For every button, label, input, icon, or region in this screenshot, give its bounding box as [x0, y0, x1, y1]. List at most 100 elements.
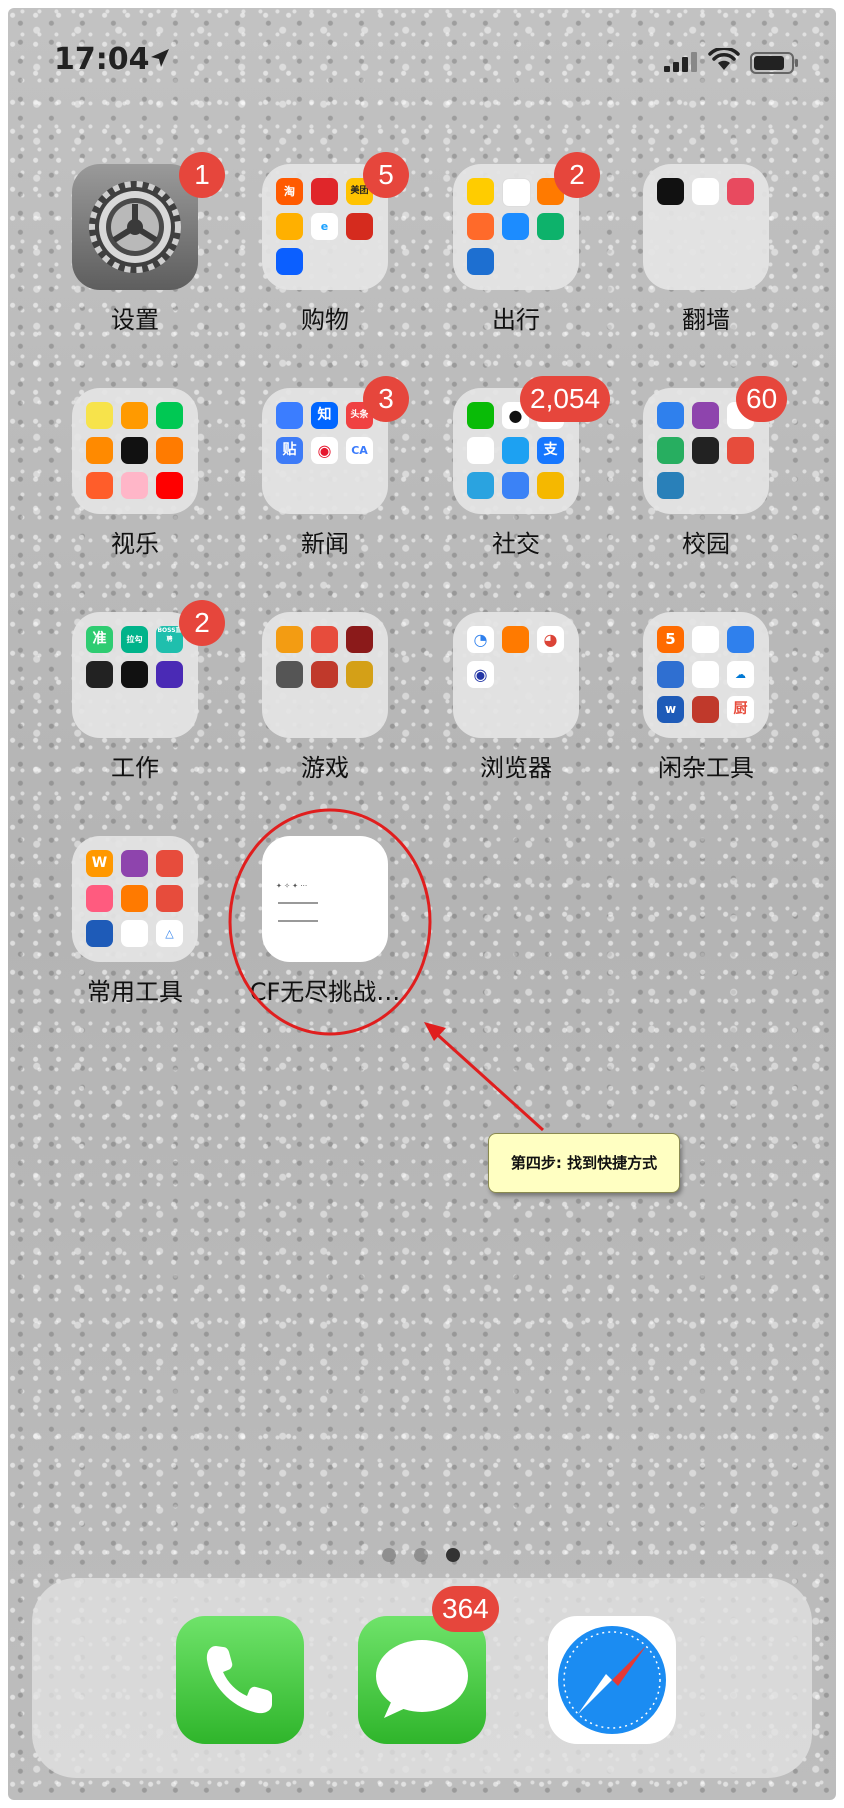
railway-icon: [467, 248, 494, 275]
chat-bubble-icon: [467, 437, 494, 464]
safari-app[interactable]: [548, 1616, 676, 1744]
blue-ring-icon: ◉: [467, 661, 494, 688]
folder-tile: 5 ☁ w 厨: [643, 612, 769, 738]
yellow-app-icon: [86, 402, 113, 429]
shopping-folder[interactable]: 淘 美团 e 5 购物: [235, 152, 415, 354]
bus-icon: [467, 213, 494, 240]
cloud-icon: ☁: [727, 661, 754, 688]
messages-app[interactable]: [358, 1616, 486, 1744]
folder-tile: W △: [72, 836, 198, 962]
notification-badge: 2,054: [520, 376, 611, 422]
lagou-icon: 拉勾: [121, 626, 148, 653]
campus-blue-icon: [657, 472, 684, 499]
settings-app-icon: [72, 164, 198, 290]
settings-app[interactable]: 1 设置: [45, 152, 225, 354]
app-label: 出行: [492, 306, 540, 334]
messages-icon: [376, 1640, 468, 1718]
app-label: 浏览器: [480, 754, 552, 782]
wifi-app-icon: [86, 920, 113, 947]
news-folder[interactable]: 知 头条 贴 ◉ CA 3 新闻: [235, 376, 415, 578]
page-dot[interactable]: [382, 1548, 396, 1562]
rocket-icon: [692, 178, 719, 205]
battery-icon: [750, 52, 798, 74]
music-icon: [86, 472, 113, 499]
github-icon: [121, 661, 148, 688]
vpn-folder[interactable]: 翻墙: [616, 164, 796, 354]
zhihu-icon: 知: [311, 402, 338, 429]
kitchen-icon: 厨: [727, 696, 754, 723]
notification-badge: 2: [179, 600, 225, 646]
annotation-callout: 第四步: 找到快捷方式: [488, 1133, 680, 1193]
qq-browser-icon: [692, 661, 719, 688]
misc-tools-folder[interactable]: 5 ☁ w 厨 闲杂工具: [616, 612, 796, 802]
signal-icon: [664, 52, 697, 72]
phone-app[interactable]: [176, 1616, 304, 1744]
game-icon-1: [276, 626, 303, 653]
notification-badge: 1: [179, 152, 225, 198]
app-label: 游戏: [301, 754, 349, 782]
browser-c-icon: ◔: [467, 626, 494, 653]
folder-tile: ◔ ◕ ◉: [453, 612, 579, 738]
page-dot[interactable]: [414, 1548, 428, 1562]
green-layers-icon: [657, 437, 684, 464]
dock: 364: [32, 1578, 812, 1778]
social-folder[interactable]: ● ▲ 支 2,054 社交: [426, 376, 611, 578]
gear-icon: [89, 181, 181, 273]
app-label: 设置: [111, 306, 159, 334]
rss-icon: [156, 885, 183, 912]
iqiyi-icon: [156, 402, 183, 429]
app-label: 购物: [301, 306, 349, 334]
notification-badge: 3: [363, 376, 409, 422]
pinduoduo-icon: [311, 178, 338, 205]
tiktok-icon: [121, 437, 148, 464]
fitness-icon: [156, 850, 183, 877]
taobao-icon: 淘: [276, 178, 303, 205]
game-icon-6: [346, 661, 373, 688]
work-folder[interactable]: 准 拉勾 BOSS直聘 2 工作: [45, 600, 225, 802]
video-folder[interactable]: 视乐: [45, 388, 225, 578]
folder-tile: [72, 388, 198, 514]
app-label: 视乐: [111, 530, 159, 558]
page-indicator[interactable]: [382, 1548, 466, 1564]
annotation-arrow: [424, 1022, 545, 1132]
alipay-icon: 支: [537, 437, 564, 464]
twitter-icon: [502, 437, 529, 464]
games-folder[interactable]: 游戏: [235, 612, 415, 802]
douban-icon: [276, 402, 303, 429]
page-dot-active[interactable]: [446, 1548, 460, 1562]
campus-folder[interactable]: 60 校园: [616, 376, 796, 578]
notification-badge: 364: [432, 1586, 499, 1632]
terminal-icon: [86, 661, 113, 688]
notification-badge: 2: [554, 152, 600, 198]
location-arrow-icon: [151, 49, 169, 67]
safari-icon: [558, 1626, 666, 1734]
map-icon: [502, 178, 531, 207]
ca-icon: CA: [346, 437, 373, 464]
game-icon-3: [346, 626, 373, 653]
zhun-icon: 准: [86, 626, 113, 653]
red-circle-icon: [727, 437, 754, 464]
common-tools-folder[interactable]: W △ 常用工具: [45, 836, 225, 1026]
status-time: 17:04: [54, 42, 150, 77]
app-label: 社交: [492, 530, 540, 558]
wifi-icon: [708, 48, 740, 70]
wechat-icon: [467, 402, 494, 429]
cat-icon: [86, 885, 113, 912]
browser-folder[interactable]: ◔ ◕ ◉ 浏览器: [426, 612, 606, 802]
robot-icon: [276, 248, 303, 275]
home-screen: 17:04 1 设置 淘 美团 e 5 购物 2 出行 翻墙 视乐 知 头条 贴…: [8, 8, 836, 1800]
chart-app-icon: [727, 626, 754, 653]
security-icon: [657, 661, 684, 688]
notification-badge: 5: [363, 152, 409, 198]
game-icon-5: [311, 661, 338, 688]
app-label: 常用工具: [87, 978, 183, 1006]
green-app-icon: [537, 213, 564, 240]
folder-tile: [643, 164, 769, 290]
weibo-icon: ◉: [311, 437, 338, 464]
send-icon: [502, 472, 529, 499]
kuaishou-icon: [156, 437, 183, 464]
travel-folder[interactable]: 2 出行: [426, 152, 606, 354]
flower-icon: [692, 626, 719, 653]
app-label: 校园: [682, 530, 730, 558]
sun-gear-icon: [121, 885, 148, 912]
